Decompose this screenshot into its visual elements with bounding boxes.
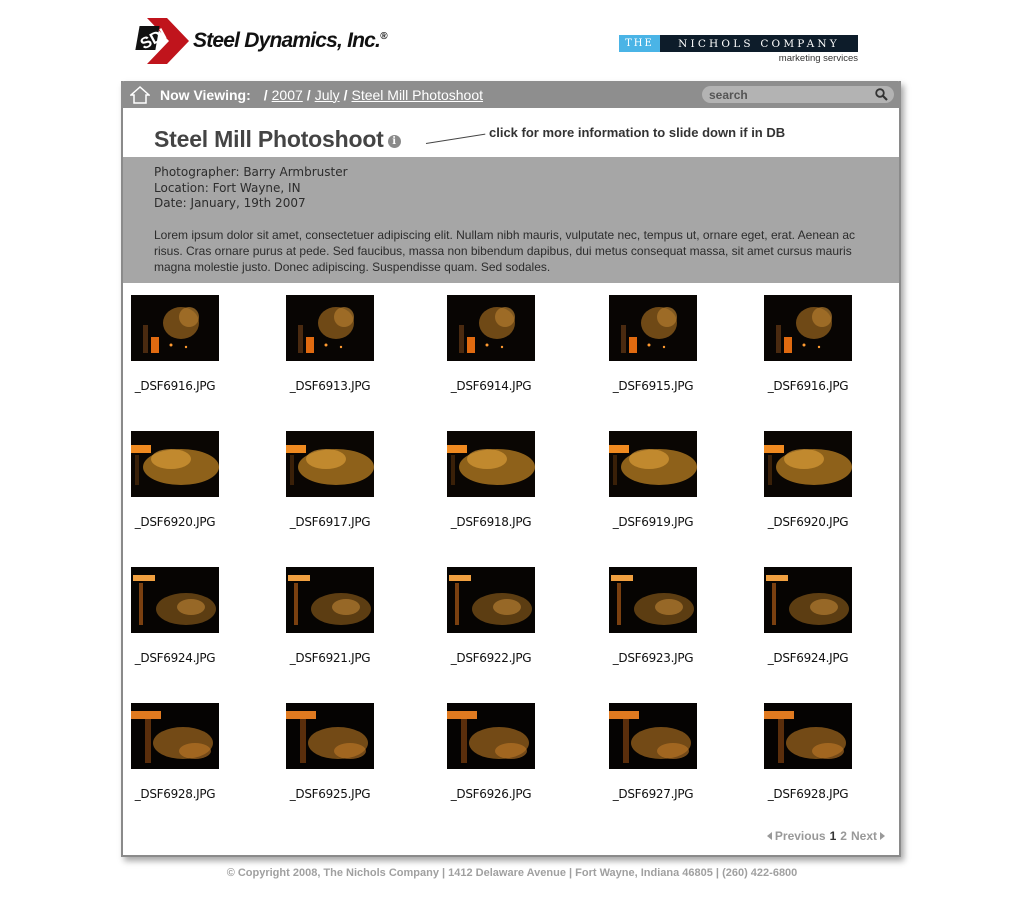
pagination: Previous 1 2 Next [766,829,885,843]
breadcrumb: /2007/July / Steel Mill Photoshoot [263,86,484,103]
thumbnail-image[interactable] [609,703,697,769]
thumbnail-filename[interactable]: _DSF6920.JPG [115,515,235,529]
thumbnail-item[interactable]: _DSF6914.JPG [431,295,551,393]
thumbnail-filename[interactable]: _DSF6926.JPG [431,787,551,801]
thumbnail-image[interactable] [131,431,219,497]
sdi-logo-text: Steel Dynamics, Inc.® [193,29,387,52]
thumbnail-image[interactable] [131,703,219,769]
info-icon[interactable]: i [387,135,401,148]
thumbnail-filename[interactable]: _DSF6928.JPG [115,787,235,801]
thumbnail-image[interactable] [764,703,852,769]
sdi-logo[interactable]: SDI Steel Dynamics, Inc.® [133,18,387,64]
page-title: Steel Mill Photoshoot [154,126,384,152]
thumbnail-image[interactable] [131,567,219,633]
location-text: Location: Fort Wayne, IN [154,180,301,195]
thumbnail-image[interactable] [609,567,697,633]
thumbnail-filename[interactable]: _DSF6916.JPG [115,379,235,393]
page-2-link[interactable]: 2 [840,829,847,843]
next-arrow-icon[interactable] [880,832,885,840]
thumbnail-image[interactable] [609,431,697,497]
thumbnail-item[interactable]: _DSF6921.JPG [270,567,390,665]
thumbnail-item[interactable]: _DSF6920.JPG [748,431,868,529]
thumbnail-image[interactable] [447,567,535,633]
thumbnail-filename[interactable]: _DSF6913.JPG [270,379,390,393]
nichols-logo-the: THE [619,35,660,52]
thumbnail-filename[interactable]: _DSF6914.JPG [431,379,551,393]
album-details-panel: Photographer: Barry Armbruster Location:… [123,157,899,283]
thumbnail-image[interactable] [764,431,852,497]
thumbnail-item[interactable]: _DSF6916.JPG [748,295,868,393]
next-link[interactable]: Next [851,829,877,843]
thumbnail-image[interactable] [447,295,535,361]
sdi-chevron-icon: SDI [135,18,189,64]
thumbnail-image[interactable] [286,703,374,769]
thumbnail-item[interactable]: _DSF6922.JPG [431,567,551,665]
thumbnail-item[interactable]: _DSF6916.JPG [115,295,235,393]
annotation-pointer [425,133,486,144]
thumbnail-filename[interactable]: _DSF6923.JPG [593,651,713,665]
thumbnail-image[interactable] [286,567,374,633]
search-box[interactable] [702,86,894,103]
thumbnail-image[interactable] [609,295,697,361]
thumbnail-image[interactable] [764,295,852,361]
thumbnail-filename[interactable]: _DSF6918.JPG [431,515,551,529]
thumbnail-item[interactable]: _DSF6924.JPG [748,567,868,665]
thumbnail-filename[interactable]: _DSF6920.JPG [748,515,868,529]
thumbnail-item[interactable]: _DSF6924.JPG [115,567,235,665]
album-description: Lorem ipsum dolor sit amet, consectetuer… [154,227,856,274]
now-viewing-label: Now Viewing: [160,86,251,103]
thumbnail-filename[interactable]: _DSF6924.JPG [748,651,868,665]
home-icon[interactable] [130,85,150,104]
thumbnail-filename[interactable]: _DSF6915.JPG [593,379,713,393]
gallery-frame: Now Viewing: /2007/July / Steel Mill Photo… [121,81,901,857]
breadcrumb-year[interactable]: 2007 [272,87,303,103]
thumbnail-item[interactable]: _DSF6915.JPG [593,295,713,393]
previous-link[interactable]: Previous [775,829,826,843]
album-title-row: Steel Mill Photoshoot i [154,126,401,153]
thumbnail-image[interactable] [286,295,374,361]
thumbnail-item[interactable]: _DSF6920.JPG [115,431,235,529]
thumbnail-item[interactable]: _DSF6928.JPG [748,703,868,801]
thumbnail-filename[interactable]: _DSF6924.JPG [115,651,235,665]
thumbnail-item[interactable]: _DSF6923.JPG [593,567,713,665]
nav-bar: Now Viewing: /2007/July / Steel Mill Photo… [121,81,901,108]
thumbnail-image[interactable] [286,431,374,497]
thumbnail-item[interactable]: _DSF6927.JPG [593,703,713,801]
thumbnail-item[interactable]: _DSF6928.JPG [115,703,235,801]
page-current: 1 [829,829,837,843]
thumbnail-filename[interactable]: _DSF6916.JPG [748,379,868,393]
date-text: Date: January, 19th 2007 [154,196,306,210]
prev-arrow-icon[interactable] [766,832,772,840]
thumbnail-item[interactable]: _DSF6918.JPG [431,431,551,529]
thumbnail-filename[interactable]: _DSF6922.JPG [431,651,551,665]
thumbnail-filename[interactable]: _DSF6925.JPG [270,787,390,801]
breadcrumb-month[interactable]: July [315,87,340,103]
annotation-note: click for more information to slide down… [489,125,786,140]
nichols-logo-tagline: marketing services [778,53,858,64]
thumbnail-filename[interactable]: _DSF6928.JPG [748,787,868,801]
thumbnail-filename[interactable]: _DSF6921.JPG [270,651,390,665]
thumbnail-image[interactable] [764,567,852,633]
thumbnail-item[interactable]: _DSF6925.JPG [270,703,390,801]
breadcrumb-album[interactable]: Steel Mill Photoshoot [351,87,483,103]
photographer-text: Photographer: Barry Armbruster [154,165,348,179]
thumbnail-image[interactable] [131,295,219,361]
footer-copyright: © Copyright 2008, The Nichols Company | … [226,867,798,879]
thumbnail-filename[interactable]: _DSF6919.JPG [593,515,713,529]
thumbnail-image[interactable] [447,703,535,769]
thumbnail-image[interactable] [447,431,535,497]
thumbnail-item[interactable]: _DSF6919.JPG [593,431,713,529]
nichols-logo-name: NICHOLS COMPANY [660,35,858,52]
thumbnail-filename[interactable]: _DSF6927.JPG [593,787,713,801]
search-icon[interactable] [875,88,888,101]
nichols-logo[interactable]: THE NICHOLS COMPANY marketing services [619,35,858,64]
thumbnail-filename[interactable]: _DSF6917.JPG [270,515,390,529]
search-input[interactable] [702,87,862,102]
thumbnail-item[interactable]: _DSF6917.JPG [270,431,390,529]
thumbnail-item[interactable]: _DSF6926.JPG [431,703,551,801]
thumbnail-item[interactable]: _DSF6913.JPG [270,295,390,393]
